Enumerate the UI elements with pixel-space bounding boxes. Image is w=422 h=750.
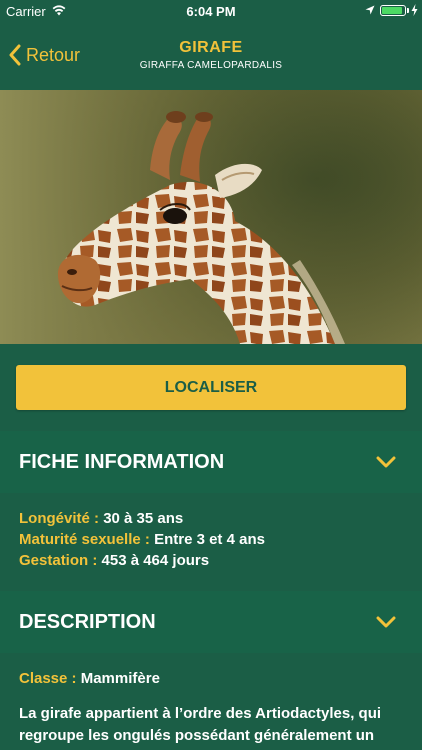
info-value: Entre 3 et 4 ans [154,531,265,548]
action-area: LOCALISER [0,344,422,431]
description-line: La girafe appartient à l’ordre des Artio… [19,705,382,722]
page-title: GIRAFE [179,39,243,56]
hero-image [0,90,422,344]
battery-level [382,7,402,14]
classe-value: Mammifère [80,670,160,687]
info-label: Longévité : [19,510,100,527]
info-value: 30 à 35 ans [103,510,184,527]
battery-icon [380,5,406,16]
info-row-gestation: Gestation : 453 à 464 jours [19,552,209,569]
description-header[interactable]: DESCRIPTION [0,591,422,653]
classe-label: Classe : [19,670,77,687]
info-label: Gestation : [19,552,98,569]
location-arrow-icon [365,5,375,15]
charging-bolt-icon [411,4,418,16]
clock: 6:04 PM [186,4,236,19]
battery-cap [407,8,409,13]
fiche-information-body: Longévité : 30 à 35 ans Maturité sexuell… [0,493,422,591]
navigation-bar: Retour GIRAFE GIRAFFA CAMELOPARDALIS [0,22,422,90]
description-body: Classe : Mammifère La girafe appartient … [0,653,422,750]
fiche-information-header[interactable]: FICHE INFORMATION [0,431,422,493]
description-text: La girafe appartient à l’ordre des Artio… [19,703,409,747]
description-title: DESCRIPTION [19,610,156,633]
info-row-longevite: Longévité : 30 à 35 ans [19,510,183,527]
chevron-down-icon [376,456,396,468]
description-line: regroupe les ongulés possédant généralem… [19,727,375,744]
info-row-maturite: Maturité sexuelle : Entre 3 et 4 ans [19,531,265,548]
giraffe-photo [0,90,422,344]
page-subtitle: GIRAFFA CAMELOPARDALIS [139,60,283,71]
chevron-down-icon [376,616,396,628]
classe-row: Classe : Mammifère [19,670,160,687]
status-bar: Carrier 6:04 PM [0,0,422,22]
localiser-button[interactable]: LOCALISER [16,365,406,410]
info-value: 453 à 464 jours [101,552,210,569]
fiche-information-title: FICHE INFORMATION [19,450,225,473]
info-label: Maturité sexuelle : [19,531,150,548]
